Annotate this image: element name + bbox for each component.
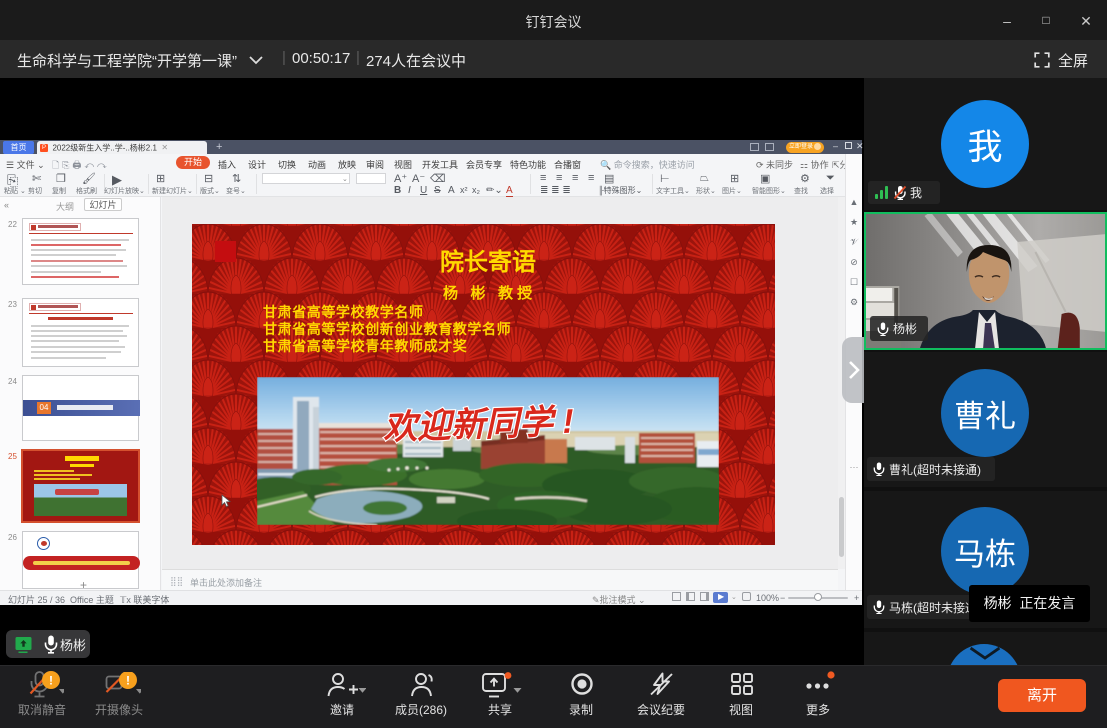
- svg-text:!: !: [126, 674, 130, 688]
- svg-text:欢迎新同学 !: 欢迎新同学 !: [382, 403, 574, 448]
- svg-text:!: !: [49, 674, 53, 688]
